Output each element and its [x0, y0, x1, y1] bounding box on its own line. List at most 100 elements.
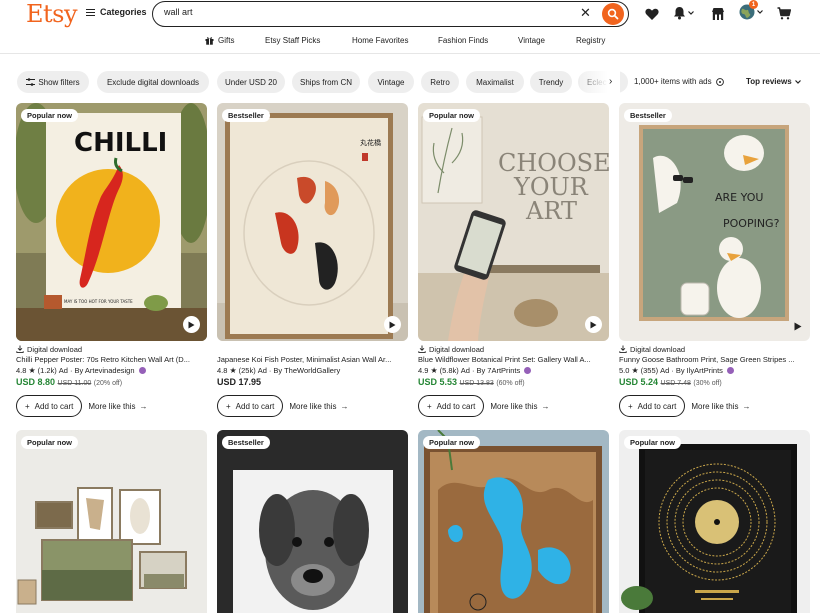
- review-count: (355): [640, 365, 659, 375]
- cart-icon[interactable]: [777, 7, 791, 20]
- chip-trendy[interactable]: Trendy: [530, 71, 572, 93]
- shop-name[interactable]: By TheWorldGallery: [273, 366, 340, 375]
- chevron-down-icon: [688, 11, 694, 15]
- chip-exclude-digital[interactable]: Exclude digital downloads: [97, 71, 209, 93]
- more-like-this-button[interactable]: More like this →: [691, 402, 750, 411]
- listing-title[interactable]: Funny Goose Bathroom Print, Sage Green S…: [619, 354, 810, 365]
- digital-download-label: Digital download: [429, 344, 485, 354]
- more-like-this-button[interactable]: More like this →: [88, 402, 147, 411]
- digital-download-tag: Digital download: [619, 344, 810, 354]
- listing-info: Japanese Koi Fish Poster, Minimalist Asi…: [217, 344, 408, 417]
- notification-count-badge: 1: [749, 0, 758, 9]
- listing-title[interactable]: Chilli Pepper Poster: 70s Retro Kitchen …: [16, 354, 207, 365]
- add-to-cart-button[interactable]: + Add to cart: [217, 395, 284, 417]
- filter-sliders-icon: [26, 78, 36, 86]
- add-to-cart-button[interactable]: + Add to cart: [16, 395, 83, 417]
- bell-icon: [674, 7, 685, 20]
- poster-title-text: CHILLI: [74, 128, 167, 158]
- review-count: (25k): [238, 365, 256, 375]
- play-video-button[interactable]: [384, 316, 401, 333]
- listing-image[interactable]: 丸花橋 Bestseller: [217, 103, 408, 341]
- listing-title[interactable]: Blue Wildflower Botanical Print Set: Gal…: [418, 354, 609, 365]
- subnav-vintage[interactable]: Vintage: [518, 36, 545, 45]
- chip-vintage[interactable]: Vintage: [368, 71, 414, 93]
- shop-name[interactable]: By 7ArtPrints: [476, 366, 520, 375]
- etsy-logo[interactable]: Etsy: [26, 0, 78, 28]
- listing-image[interactable]: Popular now: [418, 430, 609, 613]
- ad-label: Ad: [58, 365, 68, 375]
- search-input[interactable]: [164, 7, 564, 17]
- rating-value: 4.9: [418, 365, 429, 375]
- clear-icon[interactable]: ✕: [580, 5, 591, 21]
- add-to-cart-button[interactable]: + Add to cart: [418, 395, 485, 417]
- gift-icon: [205, 37, 214, 45]
- listing-title[interactable]: Japanese Koi Fish Poster, Minimalist Asi…: [217, 354, 408, 365]
- results-count-label: 1,000+ items with ads: [634, 77, 712, 86]
- sub-navigation: Gifts Etsy Staff Picks Home Favorites Fa…: [0, 33, 820, 51]
- more-like-this-label: More like this: [691, 401, 739, 411]
- chip-label: Show filters: [38, 77, 80, 87]
- subnav-fashion-finds[interactable]: Fashion Finds: [438, 36, 488, 45]
- listing-price: USD 8.80 USD 11.00 (20% off): [16, 375, 207, 389]
- listing-image[interactable]: Bestseller: [217, 430, 408, 613]
- listing-image[interactable]: CHILLI MAY IS TOO HOT FOR YOUR TASTE Pop…: [16, 103, 207, 341]
- listing-image[interactable]: Popular now: [619, 430, 810, 613]
- more-like-this-button[interactable]: More like this →: [289, 402, 348, 411]
- chip-ships-from-cn[interactable]: Ships from CN: [292, 71, 360, 93]
- discount-label: (20% off): [93, 380, 123, 387]
- star-seller-icon: [726, 366, 734, 374]
- account-menu[interactable]: 1: [739, 0, 763, 20]
- categories-button[interactable]: Categories: [86, 7, 147, 17]
- shop-name[interactable]: By IlyArtPrints: [676, 366, 723, 375]
- more-like-this-button[interactable]: More like this →: [490, 402, 549, 411]
- digital-download-tag: Digital download: [418, 344, 609, 354]
- listing-image[interactable]: CHOOSE YOUR ART Popular now: [418, 103, 609, 341]
- star-icon: ★: [229, 365, 237, 375]
- subnav-registry[interactable]: Registry: [576, 36, 605, 45]
- sort-dropdown[interactable]: Top reviews: [746, 77, 801, 86]
- menu-icon: [86, 8, 95, 16]
- subnav-gifts[interactable]: Gifts: [205, 36, 234, 45]
- add-to-cart-button[interactable]: + Add to cart: [619, 395, 686, 417]
- listing-image[interactable]: ARE YOU POOPING? Bestseller: [619, 103, 810, 341]
- shop-name[interactable]: By Artevinadesign: [74, 366, 134, 375]
- listing-rating: 5.0 ★ (355) Ad · By IlyArtPrints: [619, 365, 810, 375]
- search-icon: [607, 8, 619, 20]
- listing-rating: 4.9 ★ (5.8k) Ad · By 7ArtPrints: [418, 365, 609, 375]
- info-icon[interactable]: [715, 77, 724, 86]
- chip-maximalist[interactable]: Maximalist: [466, 71, 524, 93]
- chip-scroll-right-icon[interactable]: ›: [609, 76, 612, 87]
- listing-actions: + Add to cart More like this →: [16, 395, 207, 417]
- subnav-home-favorites[interactable]: Home Favorites: [352, 36, 408, 45]
- arrow-right-icon: →: [340, 401, 349, 411]
- chevron-down-icon: [794, 79, 801, 84]
- download-icon: [418, 345, 426, 353]
- chip-retro[interactable]: Retro: [421, 71, 459, 93]
- poster-line-1: ARE YOU: [715, 191, 763, 204]
- original-price: USD 13.83: [459, 380, 494, 387]
- subnav-staff-picks[interactable]: Etsy Staff Picks: [265, 36, 320, 45]
- chip-under-usd-20[interactable]: Under USD 20: [217, 71, 285, 93]
- favorites-heart-icon[interactable]: [645, 8, 659, 21]
- lake-map-image: [418, 430, 609, 613]
- search-bar: ✕: [152, 1, 629, 27]
- listing-info: Digital download Chilli Pepper Poster: 7…: [16, 344, 207, 417]
- shop-manager-icon[interactable]: [711, 7, 725, 21]
- download-icon: [16, 345, 24, 353]
- listing-badge: Popular now: [423, 109, 480, 122]
- poster-subtitle-text: MAY IS TOO HOT FOR YOUR TASTE: [64, 299, 133, 304]
- chilli-poster-image: CHILLI MAY IS TOO HOT FOR YOUR TASTE: [16, 103, 207, 341]
- chevron-down-icon: [757, 10, 763, 14]
- search-button[interactable]: [602, 3, 624, 25]
- sale-price: USD 8.80: [16, 377, 56, 387]
- more-like-this-label: More like this: [289, 401, 337, 411]
- play-icon[interactable]: [794, 322, 802, 331]
- notifications-button[interactable]: [673, 6, 694, 20]
- play-video-button[interactable]: [585, 316, 602, 333]
- add-to-cart-label: Add to cart: [235, 401, 275, 411]
- listing-image[interactable]: Popular now: [16, 430, 207, 613]
- listing-rating: 4.8 ★ (1.2k) Ad · By Artevinadesign: [16, 365, 207, 375]
- show-filters-chip[interactable]: Show filters: [17, 71, 89, 93]
- play-video-button[interactable]: [183, 316, 200, 333]
- sale-price: USD 5.24: [619, 377, 659, 387]
